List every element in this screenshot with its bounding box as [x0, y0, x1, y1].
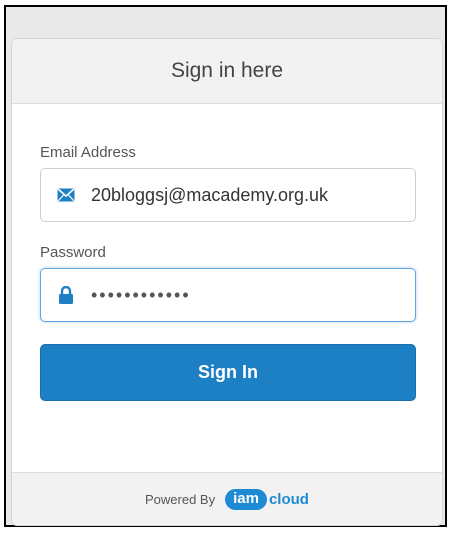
window-frame: Sign in here Email Address 20bloggsj@mac… [4, 5, 447, 527]
signin-card: Sign in here Email Address 20bloggsj@mac… [11, 38, 443, 526]
logo-iam-part: iam [225, 488, 267, 510]
lock-icon [41, 286, 91, 304]
email-field[interactable]: 20bloggsj@macademy.org.uk [40, 168, 416, 222]
email-label: Email Address [40, 144, 136, 161]
powered-by-text: Powered By [145, 491, 216, 507]
envelope-icon [41, 188, 91, 202]
card-header: Sign in here [12, 39, 442, 104]
card-footer: Powered By iam cloud [12, 472, 442, 525]
logo-cloud-part: cloud [268, 490, 309, 508]
iamcloud-logo[interactable]: iam cloud [225, 488, 309, 510]
sign-in-button[interactable]: Sign In [40, 344, 416, 401]
email-value: 20bloggsj@macademy.org.uk [91, 184, 329, 205]
password-label: Password [40, 244, 106, 261]
password-value: •••••••••••• [91, 284, 191, 305]
password-field[interactable]: •••••••••••• [40, 268, 416, 322]
page-title: Sign in here [170, 59, 284, 82]
